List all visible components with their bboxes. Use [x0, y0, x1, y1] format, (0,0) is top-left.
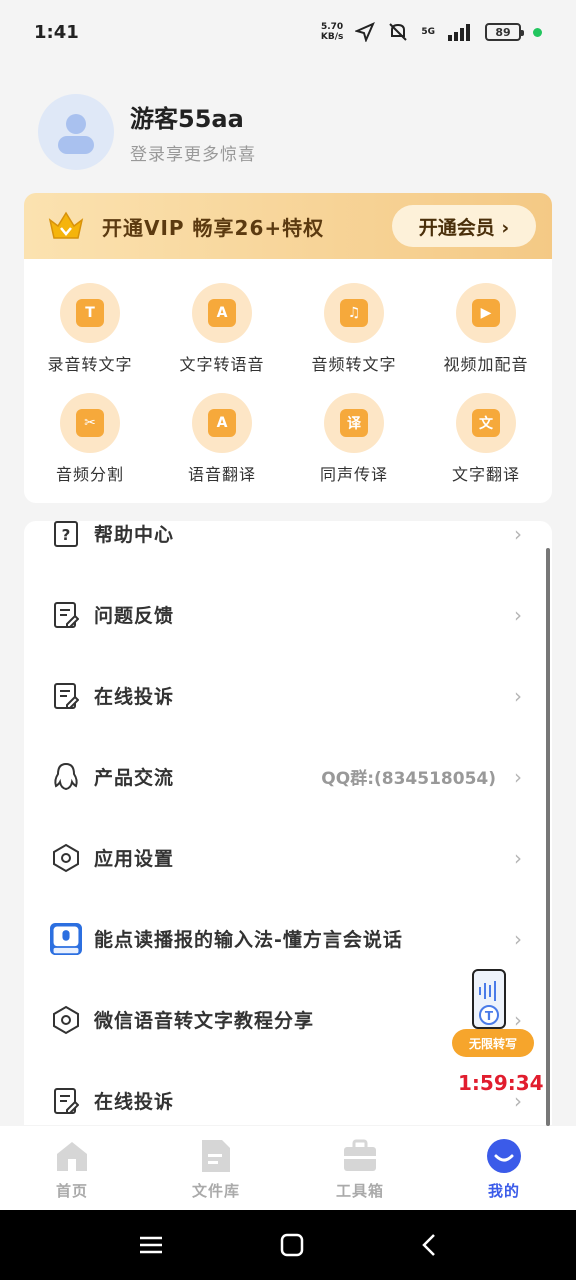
login-prompt[interactable]: 登录享更多惊喜	[130, 140, 256, 165]
chevron-right-icon: ›	[514, 602, 522, 627]
tool-simultaneous-interpret[interactable]: 译 同声传译	[288, 393, 420, 503]
menu-app-settings[interactable]: 应用设置 ›	[24, 817, 552, 898]
tool-audio-split[interactable]: ✂ 音频分割	[24, 393, 156, 503]
chevron-right-icon: ›	[514, 683, 522, 708]
location-icon	[355, 22, 376, 42]
active-dot	[533, 27, 542, 37]
chevron-right-icon: ›	[514, 845, 522, 870]
settings-hexagon-icon	[50, 1004, 82, 1036]
user-icon	[58, 114, 94, 154]
home-square-icon[interactable]	[280, 1233, 304, 1257]
status-icons: 5.70 KB/s 5G 89	[321, 21, 542, 43]
profile-header[interactable]: 游客55aa 登录享更多惊喜	[38, 94, 256, 170]
video-dub-icon: ▶	[472, 299, 500, 327]
crown-icon	[48, 211, 84, 239]
menu-icon[interactable]	[139, 1235, 163, 1255]
unlimited-transcribe-badge: 无限转写	[452, 1029, 534, 1057]
svg-text:?: ?	[62, 526, 71, 544]
menu-product-community[interactable]: 产品交流 QQ群:(834518054) ›	[24, 736, 552, 817]
tab-toolbox[interactable]: 工具箱	[288, 1126, 432, 1210]
voice-input-app-icon	[50, 922, 82, 955]
floating-promo[interactable]: T 无限转写 1:59:34	[452, 965, 544, 1101]
signal-icon: 5G	[421, 26, 435, 37]
text-translate-icon: 文	[472, 409, 500, 437]
svg-text:T: T	[485, 1009, 494, 1023]
menu-online-complaint[interactable]: 在线投诉 ›	[24, 655, 552, 736]
mic-text-icon: T	[76, 299, 104, 327]
tool-audio-to-text[interactable]: ♫ 音频转文字	[288, 283, 420, 393]
tool-text-to-speech[interactable]: A 文字转语音	[156, 283, 288, 393]
tab-home[interactable]: 首页	[0, 1126, 144, 1210]
complaint-icon	[50, 1085, 82, 1117]
tool-video-dubbing[interactable]: ▶ 视频加配音	[420, 283, 552, 393]
bottom-tab-bar: 首页 文件库 工具箱 我的	[0, 1126, 576, 1210]
interpret-icon: 译	[340, 409, 368, 437]
file-icon	[198, 1138, 234, 1174]
open-membership-button[interactable]: 开通会员 ›	[392, 205, 536, 247]
status-time: 1:41	[34, 21, 79, 43]
chevron-right-icon: ›	[514, 521, 522, 546]
profile-smile-icon	[486, 1138, 522, 1174]
menu-feedback[interactable]: 问题反馈 ›	[24, 574, 552, 655]
voice-translate-icon: A	[208, 409, 236, 437]
text-speech-icon: A	[208, 299, 236, 327]
mute-bell-icon	[389, 23, 408, 41]
countdown-timer: 1:59:34	[458, 1071, 544, 1095]
system-navigation-bar	[0, 1210, 576, 1280]
help-icon: ?	[50, 521, 82, 550]
avatar[interactable]	[38, 94, 114, 170]
tab-file-library[interactable]: 文件库	[144, 1126, 288, 1210]
feedback-icon	[50, 599, 82, 631]
vip-promo-text: 开通VIP 畅享26+特权	[102, 215, 325, 240]
status-bar: 1:41 5.70 KB/s 5G 89	[0, 0, 576, 64]
chevron-right-icon: ›	[514, 926, 522, 951]
battery-icon: 89	[485, 23, 524, 41]
scrollbar[interactable]	[546, 548, 550, 1126]
chevron-right-icon: ›	[514, 764, 522, 789]
signal-bars-icon	[448, 24, 470, 41]
tools-grid: T 录音转文字 A 文字转语音 ♫ 音频转文字 ▶ 视频加配音 ✂ 音频分割 A…	[24, 259, 552, 503]
menu-help-center[interactable]: ? 帮助中心 ›	[24, 521, 552, 574]
qq-penguin-icon	[50, 761, 82, 793]
vip-banner[interactable]: 开通VIP 畅享26+特权 开通会员 ›	[24, 193, 552, 259]
network-speed: 5.70 KB/s	[320, 22, 344, 42]
qq-group-number: QQ群:(834518054)	[321, 769, 496, 789]
tool-voice-translate[interactable]: A 语音翻译	[156, 393, 288, 503]
complaint-icon	[50, 680, 82, 712]
tab-mine[interactable]: 我的	[432, 1126, 576, 1210]
phone-icon: T	[472, 969, 506, 1029]
audio-text-icon: ♫	[340, 299, 368, 327]
settings-hexagon-icon	[50, 842, 82, 874]
tool-record-to-text[interactable]: T 录音转文字	[24, 283, 156, 393]
scissors-icon: ✂	[76, 409, 104, 437]
toolbox-icon	[342, 1138, 378, 1174]
username: 游客55aa	[130, 105, 244, 133]
tool-text-translate[interactable]: 文 文字翻译	[420, 393, 552, 503]
back-icon[interactable]	[421, 1233, 437, 1257]
home-icon	[54, 1138, 90, 1174]
